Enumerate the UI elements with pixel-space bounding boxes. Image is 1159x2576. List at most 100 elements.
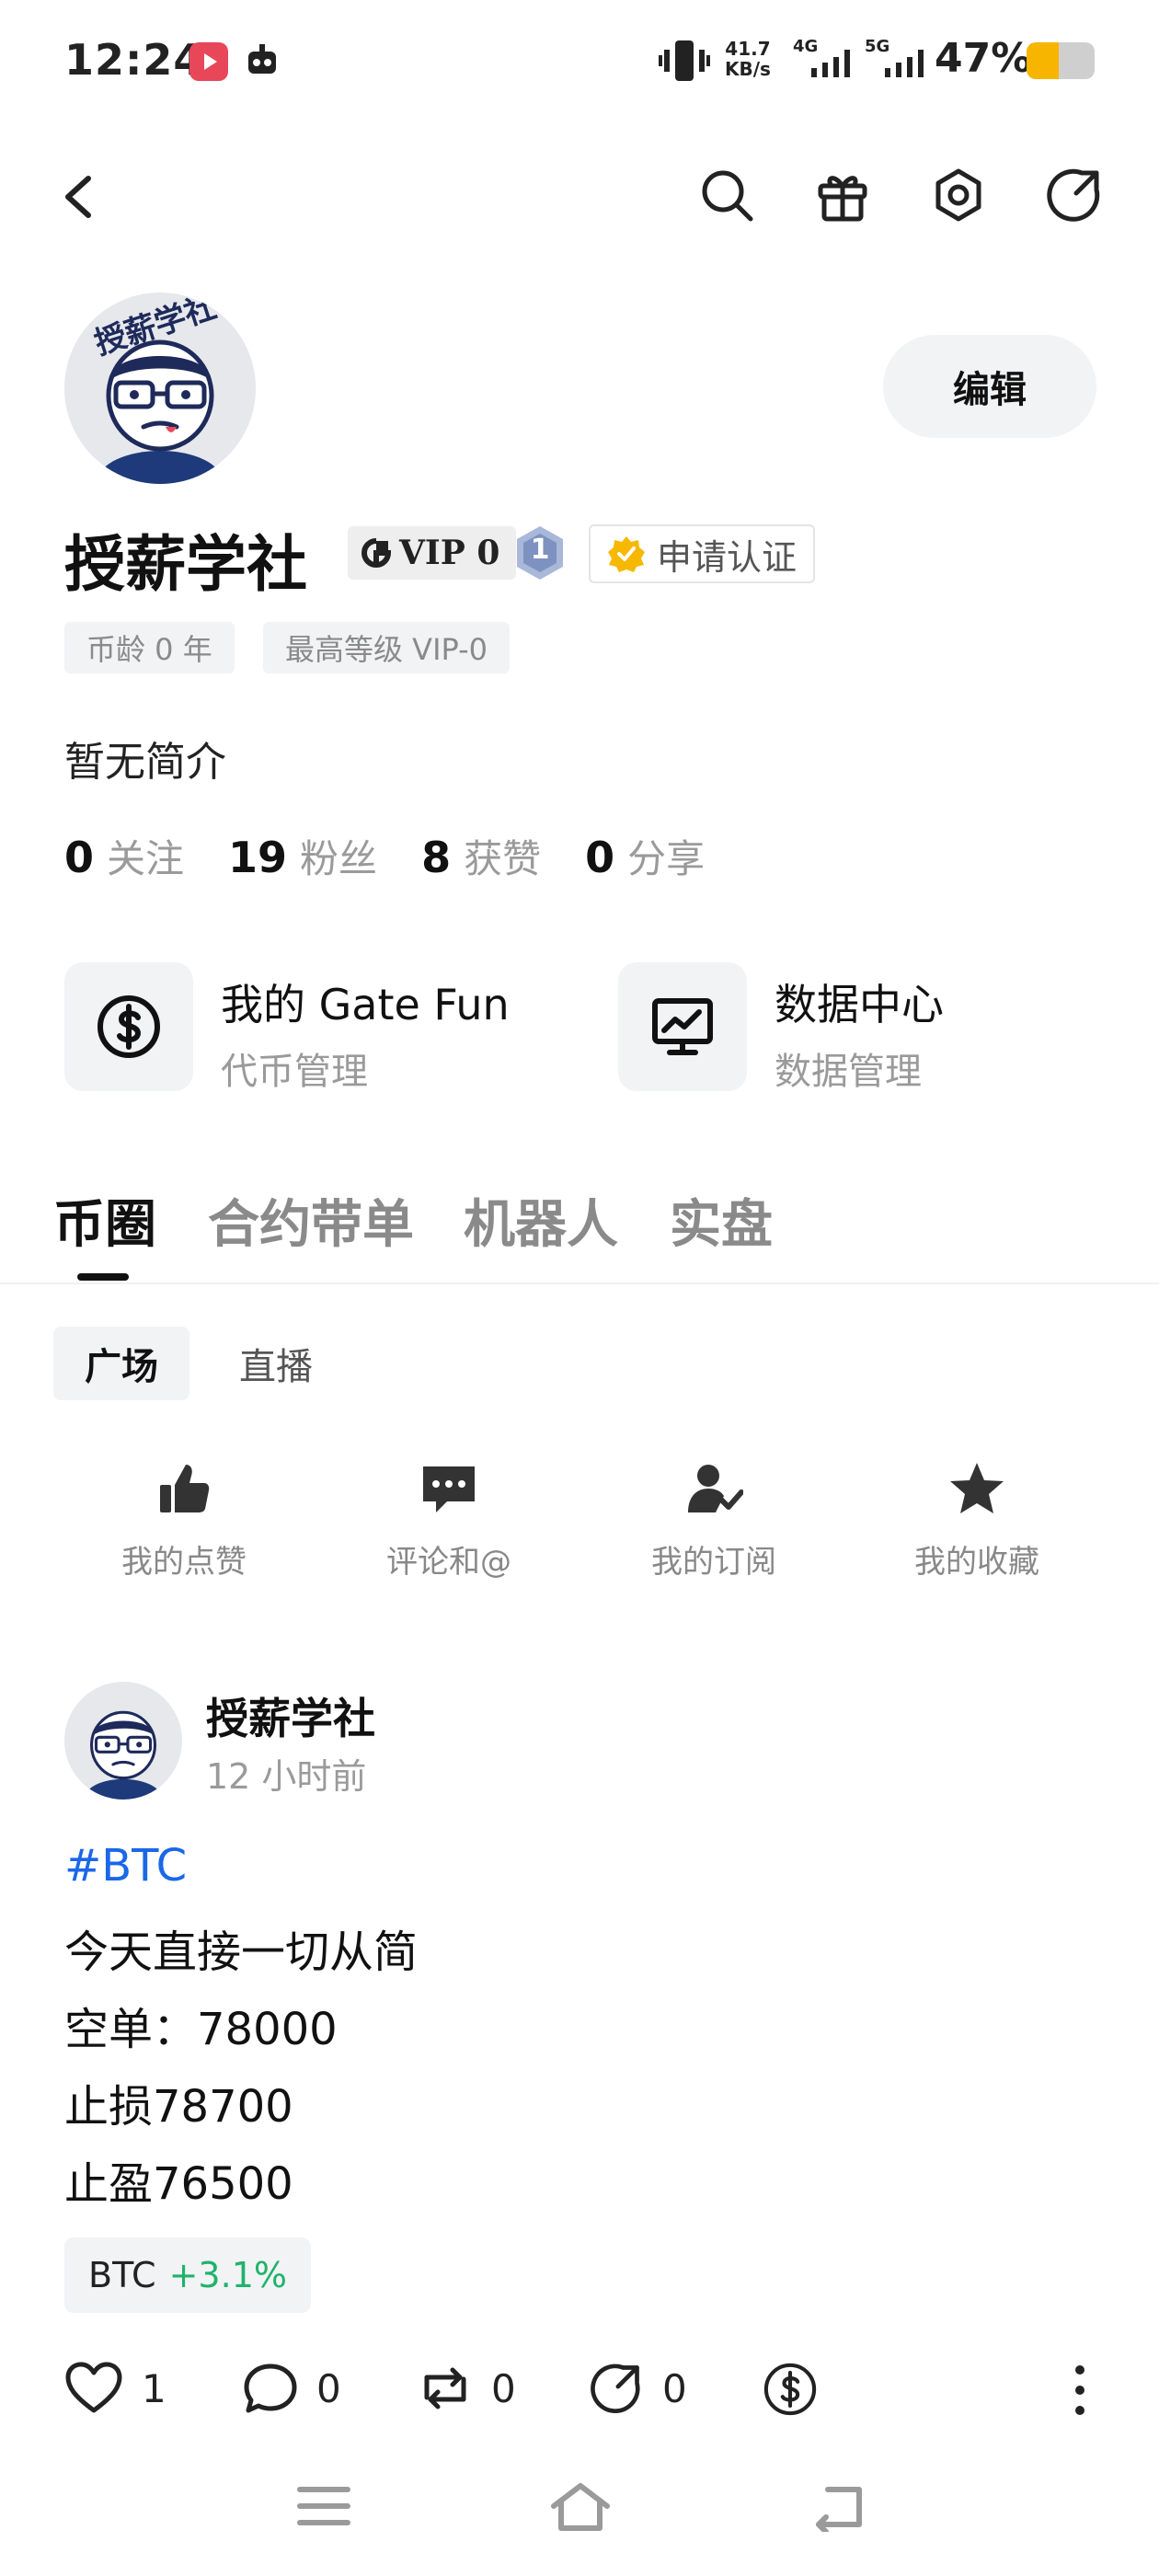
apply-verification-label: 申请认证 [657, 536, 798, 578]
tabs-divider [0, 1282, 1159, 1284]
edit-profile-button[interactable]: 编辑 [883, 335, 1096, 438]
back-arrow-icon[interactable] [53, 167, 105, 226]
my-favorites-label: 我的收藏 [914, 1544, 1039, 1581]
tab-coin-circle[interactable]: 币圈 [53, 1183, 156, 1258]
comments-action[interactable]: 评论和@ [357, 1459, 541, 1581]
tip-button[interactable] [762, 2361, 819, 2418]
vibrate-icon [659, 37, 710, 85]
stat-likes[interactable]: 8 获赞 [421, 828, 541, 884]
avatar[interactable]: 授薪学社 [64, 293, 256, 484]
settings-icon[interactable] [929, 166, 988, 224]
thumbs-up-icon [155, 1459, 213, 1518]
stat-likes-label: 获赞 [464, 836, 542, 881]
repost-icon [424, 2367, 466, 2409]
vip-badge[interactable]: VIP 0 [348, 526, 517, 580]
game-app-notification-icon [241, 40, 283, 83]
my-subscriptions-label: 我的订阅 [651, 1544, 776, 1581]
post-avatar-illustration [64, 1682, 182, 1800]
gate-fun-title: 我的 Gate Fun [221, 980, 510, 1029]
active-tab-indicator [77, 1273, 129, 1281]
back-icon[interactable] [809, 2480, 865, 2532]
gate-fun-card[interactable]: 我的 Gate Fun 代币管理 [64, 962, 580, 1100]
like-button[interactable]: 1 [64, 2361, 166, 2416]
heart-icon [65, 2362, 122, 2413]
coin-symbol: BTC [88, 2255, 156, 2295]
stat-likes-count: 8 [421, 833, 452, 882]
home-icon[interactable] [548, 2480, 613, 2532]
signal-bars-5g-icon [885, 50, 924, 77]
apply-verification-button[interactable]: 申请认证 [589, 524, 816, 583]
profile-stats: 0 关注 19 粉丝 8 获赞 0 分享 [64, 828, 749, 884]
stat-shares-count: 0 [585, 833, 615, 882]
stat-following[interactable]: 0 关注 [64, 828, 184, 884]
battery-fill [1027, 42, 1059, 79]
repost-count: 0 [491, 2365, 516, 2411]
subtab-live[interactable]: 直播 [208, 1327, 344, 1400]
post-author-avatar[interactable] [64, 1682, 182, 1800]
signal-4g: 4G [793, 37, 850, 77]
signal-bars-icon [811, 50, 850, 77]
coin-age-chip: 币龄 0 年 [64, 622, 235, 673]
data-center-title: 数据中心 [775, 980, 944, 1029]
gate-fun-subtitle: 代币管理 [221, 1051, 368, 1093]
comment-bubble-icon [244, 2363, 297, 2413]
repost-button[interactable]: 0 [418, 2361, 516, 2416]
post-author-name[interactable]: 授薪学社 [206, 1685, 375, 1746]
stat-shares[interactable]: 0 分享 [585, 828, 705, 884]
share-count: 0 [662, 2365, 687, 2411]
subscribe-icon [684, 1459, 743, 1518]
profile-name: 授薪学社 [64, 529, 307, 600]
my-likes-action[interactable]: 我的点赞 [92, 1459, 276, 1581]
battery-percent: 47% [935, 35, 1032, 82]
my-likes-label: 我的点赞 [121, 1544, 247, 1581]
post-hashtag[interactable]: #BTC [64, 1840, 187, 1892]
vip-label: VIP 0 [399, 534, 500, 572]
share-post-button[interactable]: 0 [589, 2361, 687, 2416]
data-center-subtitle: 数据管理 [775, 1051, 922, 1093]
star-icon [947, 1459, 1006, 1518]
my-subscriptions-action[interactable]: 我的订阅 [622, 1459, 806, 1581]
data-center-card[interactable]: 数据中心 数据管理 [618, 962, 1133, 1100]
tab-bots[interactable]: 机器人 [464, 1183, 618, 1258]
post-time: 12 小时前 [206, 1756, 367, 1797]
post-line-1: 今天直接一切从简 [64, 1926, 419, 1978]
battery-icon [1027, 42, 1095, 79]
level-badge-icon[interactable]: 1 [511, 524, 568, 581]
coin-ticker-chip[interactable]: BTC +3.1% [64, 2237, 311, 2313]
tab-copy-trading[interactable]: 合约带单 [208, 1183, 414, 1258]
share-post-icon [591, 2363, 640, 2414]
comment-icon [419, 1459, 478, 1518]
coin-change: +3.1% [168, 2255, 287, 2295]
status-time: 12:24 [64, 35, 204, 85]
share-icon[interactable] [1045, 166, 1104, 224]
comments-label: 评论和@ [386, 1544, 511, 1581]
search-icon[interactable] [697, 166, 756, 224]
gate-logo-icon [361, 538, 392, 568]
verified-icon [608, 536, 645, 572]
stat-following-count: 0 [64, 833, 95, 882]
comment-count: 0 [316, 2365, 341, 2411]
comment-button[interactable]: 0 [243, 2361, 341, 2416]
gift-icon[interactable] [813, 166, 872, 224]
stat-followers-label: 粉丝 [300, 836, 378, 881]
dollar-coin-icon [64, 962, 193, 1091]
menu-icon[interactable] [296, 2480, 351, 2532]
network-speed-value: 41.7 [725, 38, 771, 60]
level-badge-number: 1 [530, 534, 550, 566]
my-favorites-action[interactable]: 我的收藏 [885, 1459, 1069, 1581]
tab-live-trading[interactable]: 实盘 [670, 1183, 773, 1258]
subtab-square[interactable]: 广场 [53, 1327, 189, 1400]
post-line-2: 空单：78000 [64, 2004, 338, 2055]
stat-following-label: 关注 [107, 836, 185, 881]
post-line-4: 止盈76500 [64, 2158, 293, 2210]
signal-5g: 5G [865, 37, 924, 77]
stat-followers-count: 19 [228, 833, 288, 882]
like-count: 1 [142, 2365, 166, 2411]
tip-dollar-icon [763, 2363, 817, 2416]
video-app-notification-icon [189, 42, 228, 81]
max-level-chip: 最高等级 VIP-0 [263, 622, 511, 673]
chart-monitor-icon [618, 962, 747, 1091]
stat-followers[interactable]: 19 粉丝 [228, 828, 377, 884]
network-speed: 41.7 KB/s [725, 39, 771, 79]
more-options-icon[interactable] [1067, 2363, 1093, 2418]
